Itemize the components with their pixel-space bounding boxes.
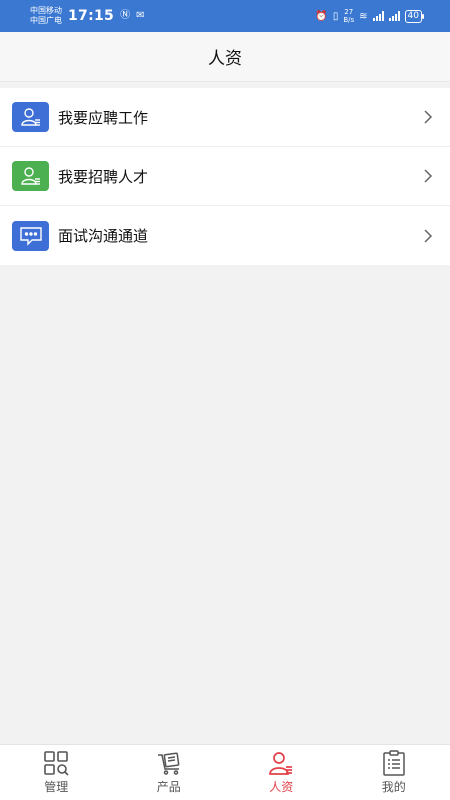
menu-item-recruit-talent[interactable]: 我要招聘人才 (0, 147, 450, 206)
signal-1-icon (372, 11, 384, 21)
nav-item-mine[interactable]: 我的 (338, 745, 450, 800)
nav-label: 管理 (44, 780, 69, 794)
app-header: 人资 (0, 32, 450, 82)
net-speed: 27 B/s (343, 8, 354, 24)
nfc-icon: Ⓝ (120, 10, 131, 21)
signal-2-icon (388, 11, 400, 21)
battery-level: 40 (407, 11, 419, 21)
bottom-nav: 管理 产品 人资 我的 (0, 744, 450, 800)
nav-item-hr[interactable]: 人资 (225, 745, 338, 800)
status-bar: 中国移动 中国广电 17:15 Ⓝ ✉ ⏰ ▯ 27 B/s ≋ 40 (0, 0, 450, 32)
chevron-right-icon (424, 110, 433, 124)
status-left: 中国移动 中国广电 17:15 Ⓝ ✉ (30, 6, 144, 26)
vibrate-icon: ▯ (332, 10, 339, 22)
wechat-icon: ✉ (136, 10, 145, 21)
nav-label: 人资 (269, 780, 294, 794)
menu-item-label: 我要应聘工作 (58, 108, 149, 127)
menu-item-label: 面试沟通通道 (58, 227, 149, 245)
carrier-2: 中国广电 (30, 16, 62, 25)
chevron-right-icon (424, 228, 433, 243)
menu-item-apply-job[interactable]: 我要应聘工作 (0, 88, 450, 147)
menu-list: 我要应聘工作 我要招聘人才 面试沟通通道 (0, 88, 450, 265)
clipboard-list-icon (383, 750, 405, 776)
wifi-icon: ≋ (359, 10, 368, 22)
page-title: 人资 (208, 49, 242, 69)
product-cart-icon (157, 752, 180, 775)
user-card-icon (269, 752, 293, 775)
net-speed-unit: B/s (343, 16, 355, 24)
status-time: 17:15 (68, 8, 115, 24)
alarm-icon: ⏰ (315, 10, 328, 22)
nav-item-products[interactable]: 产品 (113, 745, 226, 800)
menu-item-interview-channel[interactable]: 面试沟通通道 (0, 206, 450, 265)
nav-item-manage[interactable]: 管理 (0, 745, 113, 800)
grid-search-icon (44, 751, 69, 776)
net-speed-value: 27 (344, 8, 354, 16)
chevron-right-icon (424, 169, 433, 183)
user-card-icon (12, 161, 49, 191)
user-card-icon (12, 102, 49, 132)
chat-bubble-icon (12, 220, 49, 251)
nav-label: 我的 (381, 780, 406, 794)
status-right: ⏰ ▯ 27 B/s ≋ 40 (315, 8, 425, 24)
carrier-info: 中国移动 中国广电 (30, 6, 62, 26)
menu-item-label: 我要招聘人才 (58, 167, 149, 186)
battery-icon: 40 (404, 9, 425, 23)
carrier-1: 中国移动 (30, 6, 62, 15)
nav-label: 产品 (156, 780, 181, 794)
